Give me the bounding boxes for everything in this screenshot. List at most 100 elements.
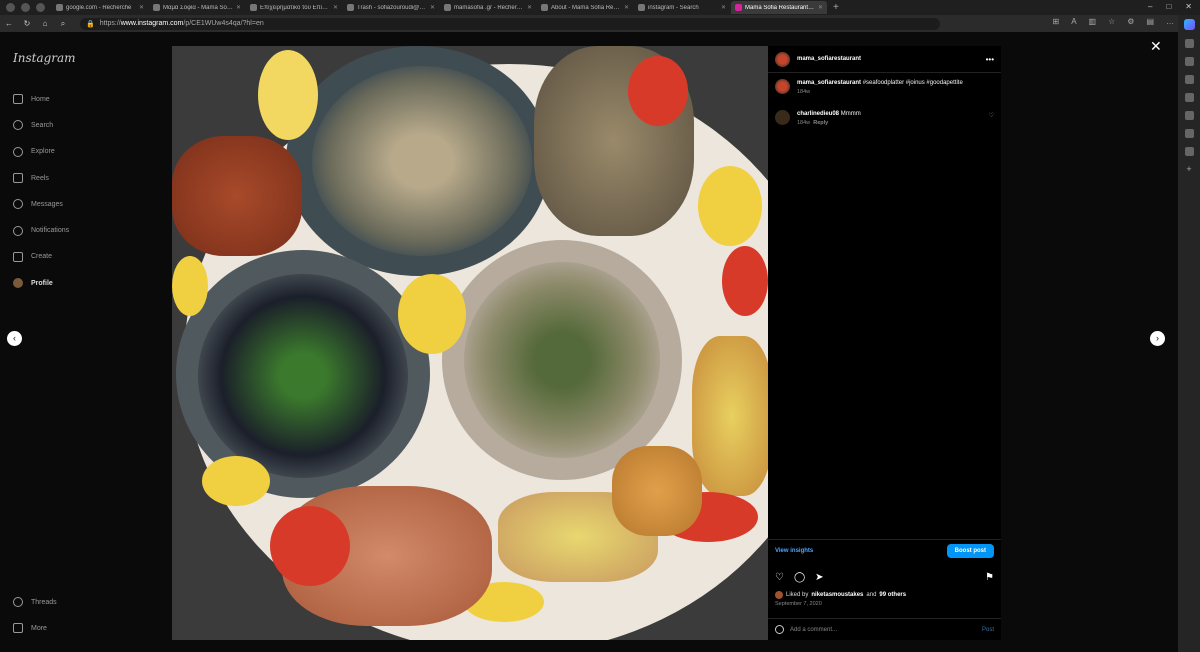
close-window-icon[interactable]: ✕ xyxy=(1185,2,1192,11)
shopping-icon[interactable] xyxy=(1184,57,1194,66)
tab-title: Trash - sofiazouroudi@gmail.com xyxy=(357,4,427,11)
collections-icon[interactable]: ▤ xyxy=(1146,17,1154,26)
tab-title: About - Mama Sofia Restaurant xyxy=(551,4,621,11)
nav-label: Search xyxy=(31,121,54,129)
octopus xyxy=(172,136,302,256)
threads-icon xyxy=(13,597,23,608)
send-icon[interactable] xyxy=(1184,147,1194,156)
boost-post-button[interactable]: Boost post xyxy=(946,543,994,558)
url-prefix: https:// xyxy=(99,20,121,27)
instagram-logo[interactable]: Instagram xyxy=(13,51,76,65)
tab-actions-icon[interactable] xyxy=(36,3,45,12)
liker-avatar xyxy=(775,591,783,599)
copilot-icon[interactable] xyxy=(1183,19,1195,30)
comment-icon[interactable]: ◯ xyxy=(794,572,805,583)
oysters xyxy=(312,66,532,256)
browser-tab[interactable]: google.com - Recherche ✕ xyxy=(52,1,148,14)
nav-label: Messages xyxy=(31,200,63,208)
post-comment-button[interactable]: Post xyxy=(982,627,994,633)
close-tab-icon[interactable]: ✕ xyxy=(527,4,532,11)
tomato-slice xyxy=(628,56,688,126)
profile-icon[interactable] xyxy=(6,3,15,12)
caption-username[interactable]: mama_sofiarestaurant xyxy=(797,80,861,86)
workspaces-icon[interactable] xyxy=(21,3,30,12)
tools-icon[interactable] xyxy=(1184,75,1194,84)
split-screen-icon[interactable]: ▥ xyxy=(1089,17,1097,26)
nav-create[interactable]: Create xyxy=(13,244,69,270)
search-icon[interactable]: ⌕ xyxy=(54,19,72,29)
messages-icon xyxy=(13,199,23,210)
close-tab-icon[interactable]: ✕ xyxy=(333,4,338,11)
share-icon[interactable]: ➤ xyxy=(815,572,823,583)
avatar[interactable] xyxy=(775,51,790,67)
nav-label: Home xyxy=(31,95,50,103)
close-tab-icon[interactable]: ✕ xyxy=(818,4,823,11)
close-tab-icon[interactable]: ✕ xyxy=(139,4,144,11)
new-tab-button[interactable]: + xyxy=(833,2,839,13)
nav-threads[interactable]: Threads xyxy=(13,589,57,615)
search-sidebar-icon[interactable] xyxy=(1184,39,1194,48)
browser-tab[interactable]: instagram - Search ✕ xyxy=(634,1,730,14)
back-icon[interactable]: ← xyxy=(0,19,18,28)
avatar-icon xyxy=(13,278,23,289)
home-icon[interactable]: ⌂ xyxy=(36,19,54,28)
games-icon[interactable] xyxy=(1184,93,1194,102)
browser-tab[interactable]: About - Mama Sofia Restaurant✕ xyxy=(537,1,633,14)
nav-home[interactable]: Home xyxy=(13,86,69,112)
nav-notifications[interactable]: Notifications xyxy=(13,217,69,243)
browser-tab[interactable]: Επιχειρηματικό του Επιχειρηματι...✕ xyxy=(246,1,342,14)
liker-username[interactable]: niketasmoustakes xyxy=(811,592,863,598)
nav-label: Reels xyxy=(31,174,49,182)
browser-tab[interactable]: Trash - sofiazouroudi@gmail.com✕ xyxy=(343,1,439,14)
favorite-star-icon[interactable]: ☆ xyxy=(1108,17,1115,26)
nav-profile[interactable]: Profile xyxy=(13,270,69,296)
office-icon[interactable] xyxy=(1184,111,1194,120)
favicon-icon xyxy=(250,4,257,11)
browser-tab-active[interactable]: Mama Sofia Restaurant (@mam...✕ xyxy=(731,1,827,14)
close-tab-icon[interactable]: ✕ xyxy=(624,4,629,11)
edge-sidebar: + xyxy=(1178,15,1200,652)
post-username[interactable]: mama_sofiarestaurant xyxy=(797,56,861,62)
comment-body: charlinedieu08 Mmmm 184w Reply xyxy=(797,110,861,128)
nav-reels[interactable]: Reels xyxy=(13,165,69,191)
like-comment-icon[interactable]: ♡ xyxy=(989,112,994,119)
browser-tab[interactable]: Μαμά Σοφία - Mama Sofia - Av...✕ xyxy=(149,1,245,14)
more-options-icon[interactable]: ••• xyxy=(986,55,994,64)
maximize-icon[interactable]: □ xyxy=(1166,2,1171,11)
refresh-icon[interactable]: ↻ xyxy=(18,19,36,28)
browser-tab[interactable]: mamasofia .gr - Recherche ✕ xyxy=(440,1,536,14)
minimize-icon[interactable]: – xyxy=(1148,2,1152,11)
previous-post-icon[interactable]: ‹ xyxy=(7,331,22,346)
avatar[interactable] xyxy=(775,79,790,94)
close-tab-icon[interactable]: ✕ xyxy=(236,4,241,11)
next-post-icon[interactable]: › xyxy=(1150,331,1165,346)
extensions-icon[interactable]: ⚙ xyxy=(1127,17,1134,26)
reply-button[interactable]: Reply xyxy=(813,120,828,126)
add-sidebar-icon[interactable]: + xyxy=(1185,165,1194,174)
bookmark-icon[interactable]: ⚑ xyxy=(985,572,994,583)
others-count[interactable]: 99 others xyxy=(879,592,906,598)
nav-search[interactable]: Search xyxy=(13,112,69,138)
liked-by-text: Liked by xyxy=(786,592,809,598)
post-image[interactable] xyxy=(172,46,768,640)
close-modal-icon[interactable]: ✕ xyxy=(1150,38,1162,55)
plus-icon xyxy=(13,251,23,262)
caption-text: #seafoodplatter #joinus #goodapettite xyxy=(862,80,963,86)
comment-input[interactable]: Add a comment... xyxy=(790,627,837,633)
close-tab-icon[interactable]: ✕ xyxy=(721,4,726,11)
view-insights-link[interactable]: View insights xyxy=(775,548,813,554)
apps-icon[interactable]: ⊞ xyxy=(1052,17,1059,26)
comment-username[interactable]: charlinedieu08 xyxy=(797,111,839,117)
emoji-icon[interactable] xyxy=(775,625,784,634)
close-tab-icon[interactable]: ✕ xyxy=(430,4,435,11)
outlook-icon[interactable] xyxy=(1184,129,1194,138)
explore-icon xyxy=(13,146,23,157)
avatar[interactable] xyxy=(775,110,790,125)
read-aloud-icon[interactable]: A xyxy=(1071,17,1076,26)
nav-messages[interactable]: Messages xyxy=(13,191,69,217)
like-icon[interactable]: ♡ xyxy=(775,572,784,583)
settings-more-icon[interactable]: … xyxy=(1166,17,1174,26)
nav-more[interactable]: More xyxy=(13,615,57,641)
nav-explore[interactable]: Explore xyxy=(13,139,69,165)
url-field[interactable]: 🔒 https://www.instagram.com/p/CE1WUw4s4q… xyxy=(80,17,940,30)
